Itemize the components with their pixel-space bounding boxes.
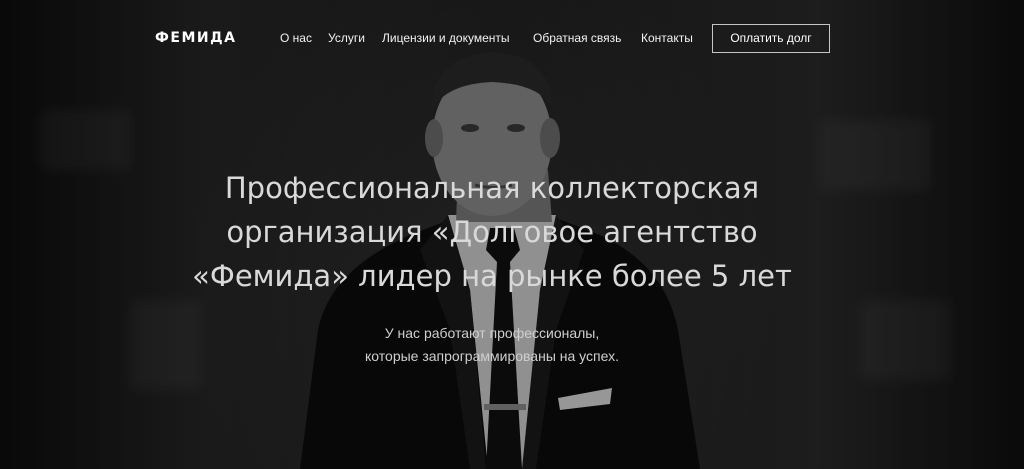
hero-title-line: «Фемида» лидер на рынке более 5 лет [192, 259, 792, 293]
hero-subtitle-line: У нас работают профессионалы, [384, 325, 600, 341]
nav-item-about[interactable]: О нас [280, 31, 312, 45]
hero-subtitle: У нас работают профессионалы, которые за… [292, 322, 692, 368]
hero-title-line: организация «Долговое агентство [226, 215, 758, 249]
nav-item-contacts[interactable]: Контакты [641, 31, 693, 45]
nav-item-services[interactable]: Услуги [328, 31, 365, 45]
pay-debt-button[interactable]: Оплатить долг [712, 24, 830, 53]
nav-item-licenses[interactable]: Лицензии и документы [382, 31, 510, 45]
hero-subtitle-line: которые запрограммированы на успех. [365, 348, 619, 364]
site-logo[interactable]: ФЕМИДА [155, 30, 236, 46]
hero-title: Профессиональная коллекторская организац… [112, 166, 872, 298]
hero-title-line: Профессиональная коллекторская [224, 171, 760, 205]
top-navigation: ФЕМИДА О нас Услуги Лицензии и документы… [0, 0, 1024, 78]
nav-item-feedback[interactable]: Обратная связь [533, 31, 621, 45]
